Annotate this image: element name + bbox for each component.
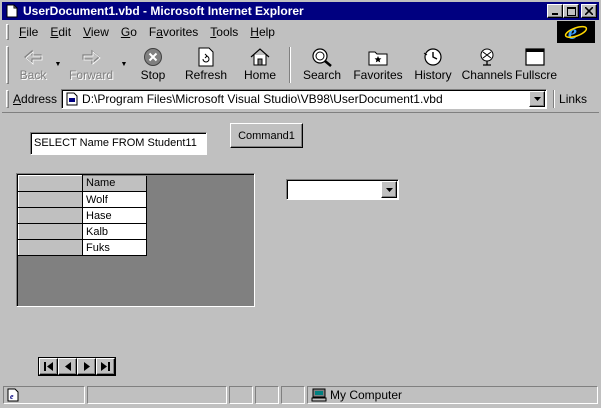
table-row[interactable]: Hase: [18, 207, 147, 224]
minimize-button[interactable]: [547, 4, 563, 18]
grid-cell[interactable]: Wolf: [82, 191, 147, 208]
links-separator: [553, 90, 556, 108]
row-selector[interactable]: [18, 239, 83, 256]
search-icon: [311, 46, 333, 68]
command1-button[interactable]: Command1: [230, 123, 303, 148]
menu-edit[interactable]: Edit: [44, 25, 77, 39]
stop-button[interactable]: Stop: [129, 44, 177, 84]
next-record-button[interactable]: [77, 358, 96, 375]
address-dropdown-button[interactable]: [529, 91, 546, 107]
menu-file[interactable]: File: [13, 25, 44, 39]
address-grip[interactable]: [6, 90, 9, 108]
grid-cell[interactable]: Fuks: [82, 239, 147, 256]
favorites-folder-icon: [367, 46, 389, 68]
refresh-button[interactable]: Refresh: [177, 44, 235, 84]
grid-cell[interactable]: Hase: [82, 207, 147, 224]
menu-tools[interactable]: Tools: [204, 25, 244, 39]
close-button[interactable]: [581, 4, 597, 18]
sql-query-textbox[interactable]: SELECT Name FROM Student11: [30, 132, 207, 155]
standard-toolbar: Back ▼ Forward ▼ Stop Refresh Home Searc…: [2, 44, 599, 86]
links-button[interactable]: Links: [559, 92, 587, 106]
status-pane-secure: [255, 386, 279, 404]
page-icon: [65, 92, 79, 106]
page-done-icon: e: [6, 388, 22, 402]
toolbar-grip[interactable]: [6, 46, 9, 84]
stop-icon: [143, 46, 163, 68]
channels-satellite-icon: [476, 46, 498, 68]
menu-grip[interactable]: [6, 24, 9, 40]
row-selector[interactable]: [18, 223, 83, 240]
table-row[interactable]: Fuks: [18, 239, 147, 256]
first-record-button[interactable]: [39, 358, 58, 375]
history-clock-icon: [422, 46, 444, 68]
grid-corner-cell[interactable]: [18, 175, 83, 192]
menu-go[interactable]: Go: [115, 25, 143, 39]
menu-bar: File Edit View Go Favorites Tools Help e: [2, 21, 599, 43]
svg-text:e: e: [568, 22, 577, 42]
status-zone-pane: My Computer: [307, 386, 598, 404]
home-button[interactable]: Home: [235, 44, 285, 84]
zone-label: My Computer: [330, 388, 403, 402]
address-field[interactable]: D:\Program Files\Microsoft Visual Studio…: [61, 89, 548, 109]
grid-cell[interactable]: Kalb: [82, 223, 147, 240]
data-navigator: [38, 357, 116, 376]
fullscreen-button[interactable]: Fullscre: [515, 44, 559, 84]
ie-logo-icon: e: [557, 21, 595, 43]
row-selector[interactable]: [18, 207, 83, 224]
forward-dropdown-button[interactable]: ▼: [119, 44, 129, 84]
row-selector[interactable]: [18, 191, 83, 208]
table-row[interactable]: Kalb: [18, 223, 147, 240]
address-label: Address: [13, 92, 58, 106]
document-content: SELECT Name FROM Student11 Command1 Name…: [2, 112, 599, 384]
status-pane-extra: [281, 386, 305, 404]
svg-text:e: e: [10, 392, 14, 401]
combo-box[interactable]: [286, 179, 399, 200]
fullscreen-icon: [515, 46, 555, 68]
table-row[interactable]: Wolf: [18, 191, 147, 208]
menu-help[interactable]: Help: [244, 25, 281, 39]
my-computer-icon: [311, 388, 327, 402]
status-bar: e My Computer: [2, 385, 599, 405]
data-grid[interactable]: Name Wolf Hase Kalb Fuks: [16, 173, 255, 307]
channels-button[interactable]: Channels: [459, 44, 515, 84]
status-text-pane: e: [3, 386, 85, 404]
forward-button[interactable]: Forward: [63, 44, 119, 84]
history-button[interactable]: History: [407, 44, 459, 84]
toolbar-separator: [289, 47, 291, 83]
status-pane-progress: [87, 386, 227, 404]
maximize-button[interactable]: [563, 4, 579, 18]
window-title: UserDocument1.vbd - Microsoft Internet E…: [23, 4, 304, 18]
menu-favorites[interactable]: Favorites: [143, 25, 204, 39]
back-button[interactable]: Back: [13, 44, 53, 84]
refresh-icon: [197, 46, 215, 68]
back-arrow-icon: [23, 46, 43, 68]
previous-record-button[interactable]: [58, 358, 77, 375]
address-bar: Address D:\Program Files\Microsoft Visua…: [2, 87, 599, 111]
favorites-button[interactable]: Favorites: [349, 44, 407, 84]
document-icon: [4, 4, 20, 18]
grid-column-header-name[interactable]: Name: [82, 175, 147, 192]
title-bar[interactable]: UserDocument1.vbd - Microsoft Internet E…: [2, 2, 599, 20]
menu-view[interactable]: View: [77, 25, 115, 39]
search-button[interactable]: Search: [295, 44, 349, 84]
combo-dropdown-button[interactable]: [381, 181, 397, 198]
back-dropdown-button[interactable]: ▼: [53, 44, 63, 84]
address-value[interactable]: D:\Program Files\Microsoft Visual Studio…: [82, 92, 529, 106]
last-record-button[interactable]: [96, 358, 115, 375]
status-pane-offline: [229, 386, 253, 404]
home-icon: [249, 46, 271, 68]
forward-arrow-icon: [81, 46, 101, 68]
